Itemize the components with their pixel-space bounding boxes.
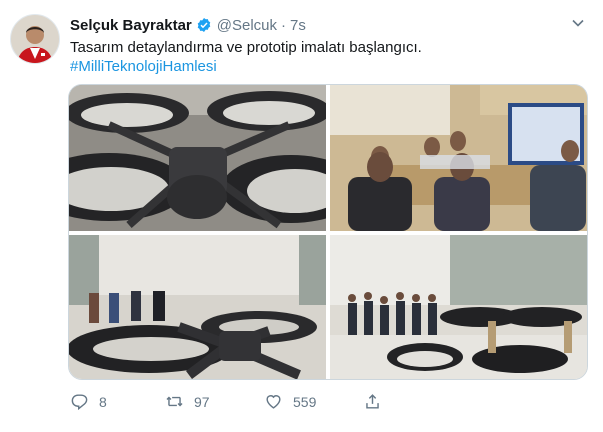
retweet-count: 97 — [194, 393, 210, 410]
chevron-down-icon[interactable] — [571, 16, 585, 30]
share-icon — [366, 394, 379, 409]
team-group-photo[interactable] — [330, 235, 587, 379]
author-handle[interactable]: @Selcuk — [217, 17, 277, 34]
reply-icon — [71, 394, 88, 411]
tweet-header: Selçuk Bayraktar @Selcuk · 7s — [70, 15, 306, 35]
separator-dot: · — [281, 16, 286, 34]
avatar[interactable] — [10, 14, 60, 64]
reply-button[interactable]: 8 — [70, 392, 107, 411]
drone-frame-closeup-photo[interactable] — [69, 85, 326, 231]
like-button[interactable]: 559 — [264, 392, 316, 411]
tweet-actions: 8 97 559 — [70, 392, 390, 414]
hashtag-link[interactable]: #MilliTeknolojiHamlesi — [70, 57, 217, 77]
team-meeting-photo[interactable] — [330, 85, 587, 231]
reply-count: 8 — [99, 393, 107, 410]
share-button[interactable] — [363, 392, 392, 411]
tweet-timestamp[interactable]: 7s — [290, 17, 306, 34]
retweet-icon — [166, 396, 183, 407]
heart-icon — [266, 395, 281, 409]
tweet-text: Tasarım detaylandırma ve prototip imalat… — [70, 39, 422, 56]
workshop-drone-assembly-photo[interactable] — [69, 235, 326, 379]
media-grid — [68, 84, 588, 380]
author-name[interactable]: Selçuk Bayraktar — [70, 17, 192, 34]
verified-badge-icon — [197, 18, 211, 32]
retweet-button[interactable]: 97 — [165, 392, 210, 411]
like-count: 559 — [293, 393, 317, 410]
tweet-card[interactable]: Selçuk Bayraktar @Selcuk · 7s Tasarım de… — [0, 0, 603, 432]
